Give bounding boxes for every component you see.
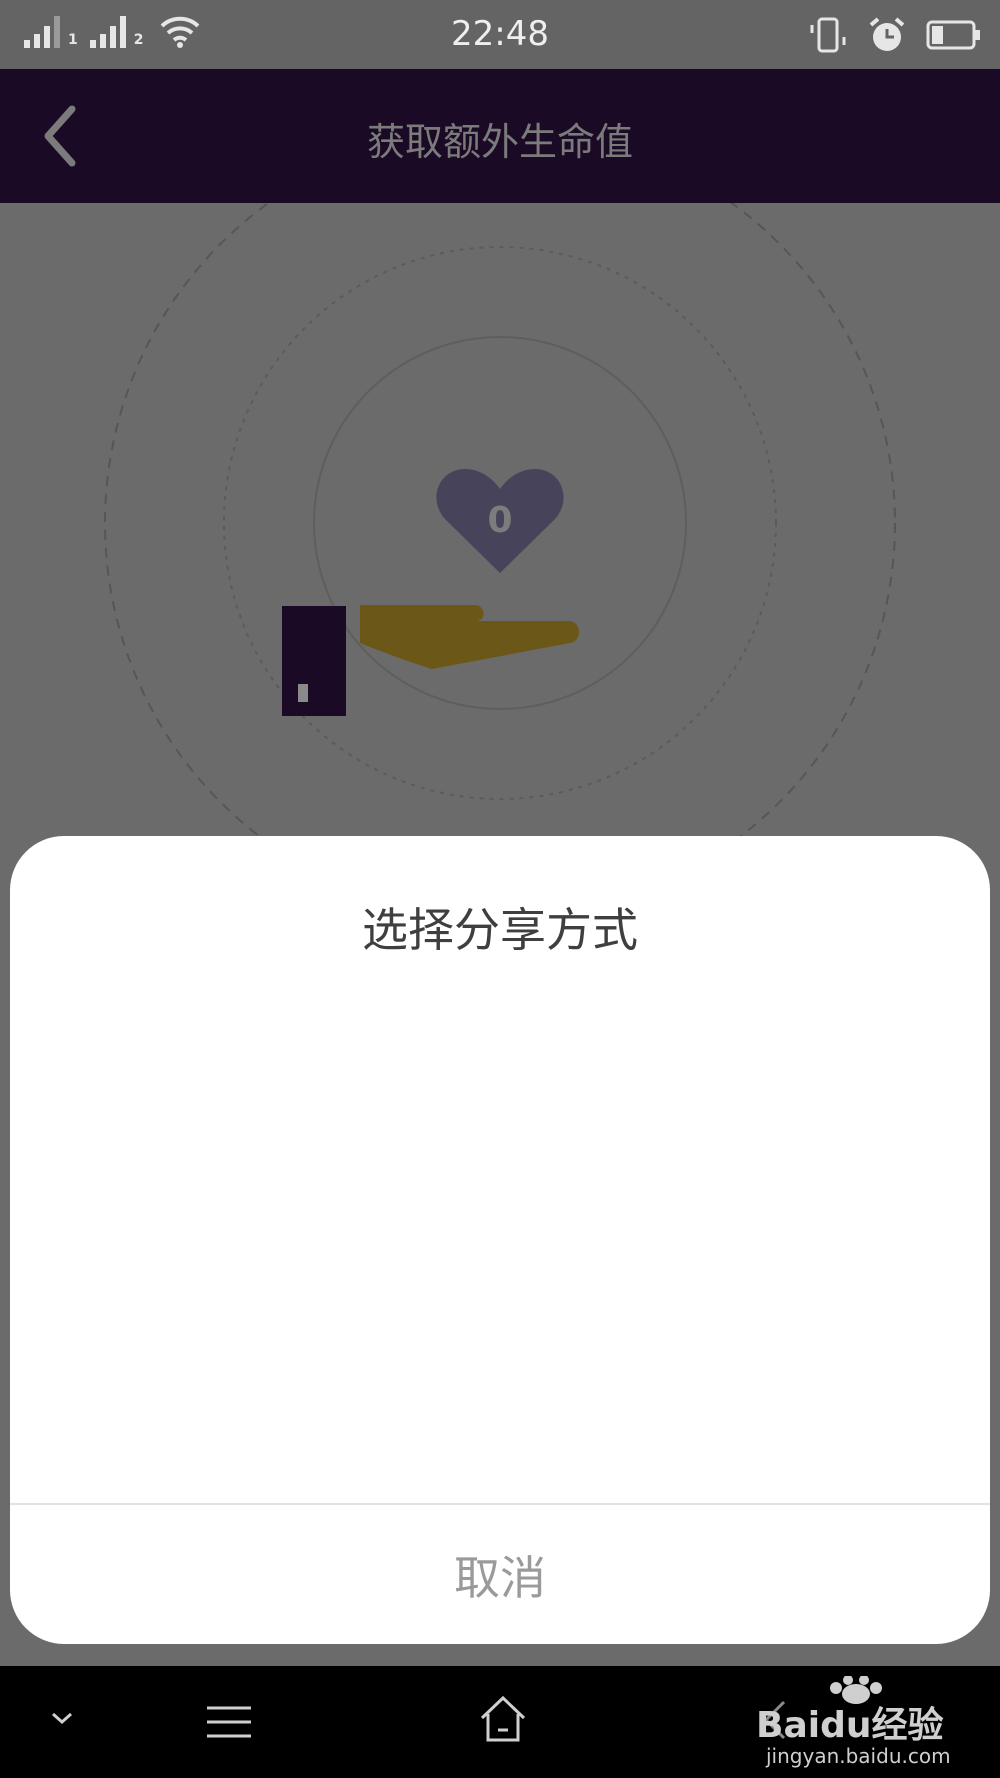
heart-count: 0: [487, 500, 513, 541]
vibrate-icon: [810, 17, 846, 53]
share-options-area: [10, 986, 990, 1336]
menu-icon: [207, 1706, 251, 1738]
home-button[interactable]: [478, 1694, 528, 1748]
battery-icon: [926, 20, 980, 50]
menu-button[interactable]: [205, 1702, 253, 1746]
status-icons: [808, 16, 982, 54]
cancel-button[interactable]: 取消: [10, 1505, 990, 1644]
watermark-url: jingyan.baidu.com: [766, 1744, 951, 1768]
share-sheet: 选择分享方式 取消: [10, 836, 990, 1644]
watermark-brand: Baidu经验: [756, 1705, 944, 1746]
hero-illustration: 0: [0, 203, 1000, 837]
home-icon: [480, 1695, 526, 1742]
status-bar: 1 2 22:48: [0, 0, 1000, 69]
chevron-down-icon: [52, 1712, 72, 1725]
chevron-down-button[interactable]: [48, 1706, 76, 1734]
baidu-watermark: Baidu经验 jingyan.baidu.com: [756, 1676, 956, 1772]
page-title: 获取额外生命值: [366, 120, 633, 164]
hand-icon: [282, 605, 579, 716]
share-sheet-title: 选择分享方式: [362, 903, 638, 957]
alarm-icon: [869, 17, 905, 51]
top-app-bar: 获取额外生命值: [0, 69, 1000, 203]
